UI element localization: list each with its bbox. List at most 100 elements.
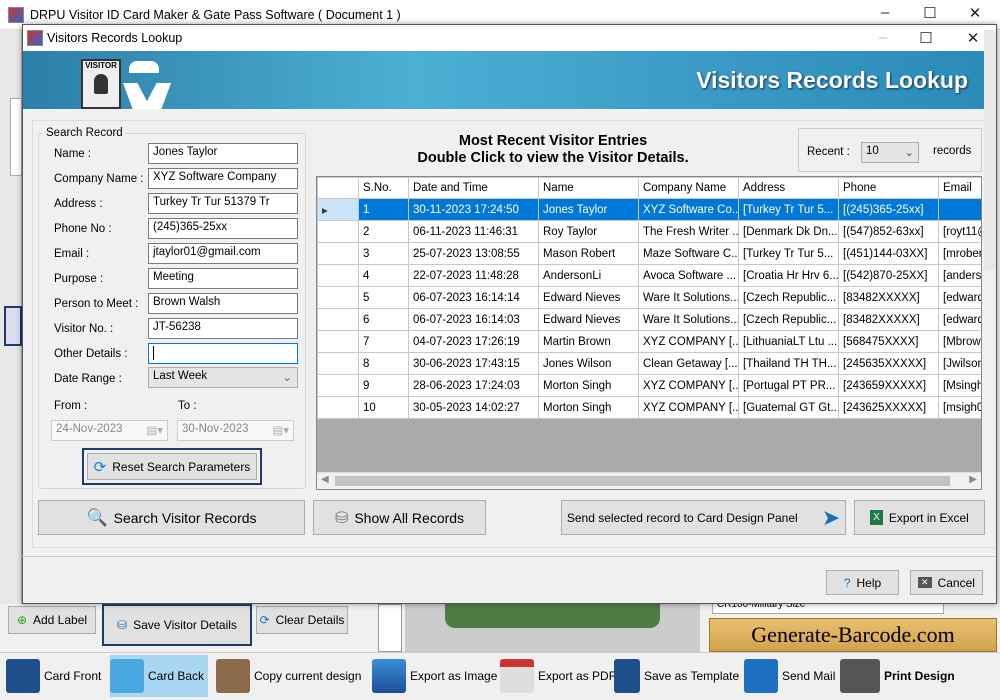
field-input[interactable]: Meeting (148, 268, 298, 289)
table-cell[interactable]: Edward Nieves (538, 308, 639, 331)
copy-design-button[interactable]: Copy current design (216, 655, 361, 697)
field-input[interactable]: (245)365-25xx (148, 218, 298, 239)
print-design-button[interactable]: Print Design (840, 655, 955, 697)
table-cell[interactable]: 06-07-2023 16:14:14 (408, 286, 539, 309)
row-header[interactable] (317, 396, 359, 419)
table-cell[interactable]: [245635XXXXX] (838, 352, 939, 375)
table-cell[interactable]: [anderso (938, 264, 981, 287)
column-header[interactable]: Address (738, 177, 839, 199)
export-image-button[interactable]: Export as Image (372, 655, 497, 697)
minimize-button[interactable]: – (870, 4, 900, 21)
table-cell[interactable]: [Guatemal GT Gt... (738, 396, 839, 419)
table-cell[interactable]: 04-07-2023 17:26:19 (408, 330, 539, 353)
row-header[interactable] (317, 330, 359, 353)
scrollbar-thumb[interactable] (335, 476, 950, 486)
table-cell[interactable]: [Czech Republic... (738, 286, 839, 309)
table-row[interactable]: 8 30-06-2023 17:43:15 Jones Wilson Clean Ge… (317, 352, 981, 375)
table-cell[interactable]: Ware It Solutions... (638, 286, 739, 309)
table-cell[interactable]: 25-07-2023 13:08:55 (408, 242, 539, 265)
table-cell[interactable]: XYZ Software Co... (638, 198, 739, 221)
row-header[interactable] (317, 220, 359, 243)
send-to-card-design-button[interactable]: Send selected record to Card Design Pane… (561, 500, 846, 535)
table-cell[interactable]: 7 (358, 330, 409, 353)
column-header[interactable]: Email (938, 177, 981, 199)
table-cell[interactable]: [Thailand TH TH... (738, 352, 839, 375)
table-cell[interactable]: Jones Wilson (538, 352, 639, 375)
dialog-maximize-button[interactable]: ☐ (911, 29, 941, 47)
table-cell[interactable]: [Msingh (938, 374, 981, 397)
card-front-button[interactable]: Card Front (6, 655, 101, 697)
table-cell[interactable]: 22-07-2023 11:48:28 (408, 264, 539, 287)
table-cell[interactable]: XYZ COMPANY [... (638, 396, 739, 419)
column-header[interactable]: Phone (838, 177, 939, 199)
row-header[interactable]: ▸ (317, 198, 359, 221)
table-cell[interactable]: XYZ COMPANY [... (638, 374, 739, 397)
table-cell[interactable]: 3 (358, 242, 409, 265)
table-cell[interactable]: 2 (358, 220, 409, 243)
column-header[interactable]: Name (538, 177, 639, 199)
recent-count-select[interactable]: 10 ⌄ (861, 142, 919, 163)
table-cell[interactable]: [Croatia Hr Hrv 6... (738, 264, 839, 287)
send-mail-button[interactable]: Send Mail (744, 655, 835, 697)
table-cell[interactable]: 4 (358, 264, 409, 287)
close-button[interactable]: ✕ (960, 4, 990, 22)
show-all-records-button[interactable]: ⛁ Show All Records (313, 500, 486, 535)
reset-search-button[interactable]: ⟳ Reset Search Parameters (82, 448, 262, 485)
table-cell[interactable]: 30-06-2023 17:43:15 (408, 352, 539, 375)
table-cell[interactable]: [msigh0 (938, 396, 981, 419)
field-input[interactable]: Turkey Tr Tur 51379 Tr (148, 193, 298, 214)
column-header[interactable]: Company Name (638, 177, 739, 199)
row-header[interactable] (317, 374, 359, 397)
date-range-select[interactable]: Last Week ⌄ (148, 367, 298, 388)
table-cell[interactable]: Morton Singh (538, 374, 639, 397)
table-cell[interactable]: XYZ COMPANY [... (638, 330, 739, 353)
table-cell[interactable]: [(451)144-03XX] (838, 242, 939, 265)
table-cell[interactable]: AndersonLi (538, 264, 639, 287)
table-cell[interactable]: The Fresh Writer ... (638, 220, 739, 243)
table-cell[interactable]: 30-11-2023 17:24:50 (408, 198, 539, 221)
row-header[interactable] (317, 264, 359, 287)
table-cell[interactable]: [edward (938, 308, 981, 331)
table-row[interactable]: 5 06-07-2023 16:14:14 Edward Nieves Ware It… (317, 286, 981, 309)
vertical-scrollbar[interactable] (984, 30, 996, 270)
table-cell[interactable]: Maze Software C... (638, 242, 739, 265)
table-cell[interactable]: 06-07-2023 16:14:03 (408, 308, 539, 331)
table-cell[interactable]: Roy Taylor (538, 220, 639, 243)
table-row[interactable]: 6 06-07-2023 16:14:03 Edward Nieves Ware It… (317, 308, 981, 331)
table-cell[interactable]: 6 (358, 308, 409, 331)
add-label-button[interactable]: ⊕ Add Label (8, 606, 96, 634)
table-cell[interactable]: 1 (358, 198, 409, 221)
field-input[interactable]: XYZ Software Company (148, 168, 298, 189)
table-cell[interactable]: [Czech Republic... (738, 308, 839, 331)
table-cell[interactable] (938, 198, 981, 221)
table-cell[interactable]: [mrobert (938, 242, 981, 265)
table-cell[interactable]: 9 (358, 374, 409, 397)
table-cell[interactable]: [LithuaniaLT Ltu ... (738, 330, 839, 353)
row-header[interactable] (317, 308, 359, 331)
cancel-button[interactable]: ✕ Cancel (910, 570, 983, 595)
table-cell[interactable]: [Mbrown (938, 330, 981, 353)
table-cell[interactable]: Clean Getaway [... (638, 352, 739, 375)
table-cell[interactable]: Ware It Solutions... (638, 308, 739, 331)
save-visitor-details-button[interactable]: ⛁ Save Visitor Details (102, 604, 252, 646)
table-cell[interactable]: 06-11-2023 11:46:31 (408, 220, 539, 243)
table-cell[interactable]: [Denmark Dk Dn... (738, 220, 839, 243)
search-visitor-records-button[interactable]: 🔍 Search Visitor Records (38, 500, 305, 535)
table-cell[interactable]: 28-06-2023 17:24:03 (408, 374, 539, 397)
table-cell[interactable]: [(547)852-63xx] (838, 220, 939, 243)
table-cell[interactable]: [(245)365-25xx] (838, 198, 939, 221)
table-cell[interactable]: Mason Robert (538, 242, 639, 265)
export-pdf-button[interactable]: Export as PDF (500, 655, 616, 697)
table-cell[interactable]: Martin Brown (538, 330, 639, 353)
row-header[interactable] (317, 286, 359, 309)
table-cell[interactable]: [243659XXXXX] (838, 374, 939, 397)
row-header[interactable] (317, 352, 359, 375)
table-cell[interactable]: Edward Nieves (538, 286, 639, 309)
field-input[interactable]: Brown Walsh (148, 293, 298, 314)
table-cell[interactable]: [83482XXXXX] (838, 308, 939, 331)
visitor-records-grid[interactable]: S.No. Date and Time Name Company Name Addres… (316, 176, 982, 490)
table-cell[interactable]: Morton Singh (538, 396, 639, 419)
table-row[interactable]: 3 25-07-2023 13:08:55 Mason Robert Maze Sof… (317, 242, 981, 265)
field-input[interactable] (148, 343, 298, 364)
save-template-button[interactable]: Save as Template (614, 655, 739, 697)
